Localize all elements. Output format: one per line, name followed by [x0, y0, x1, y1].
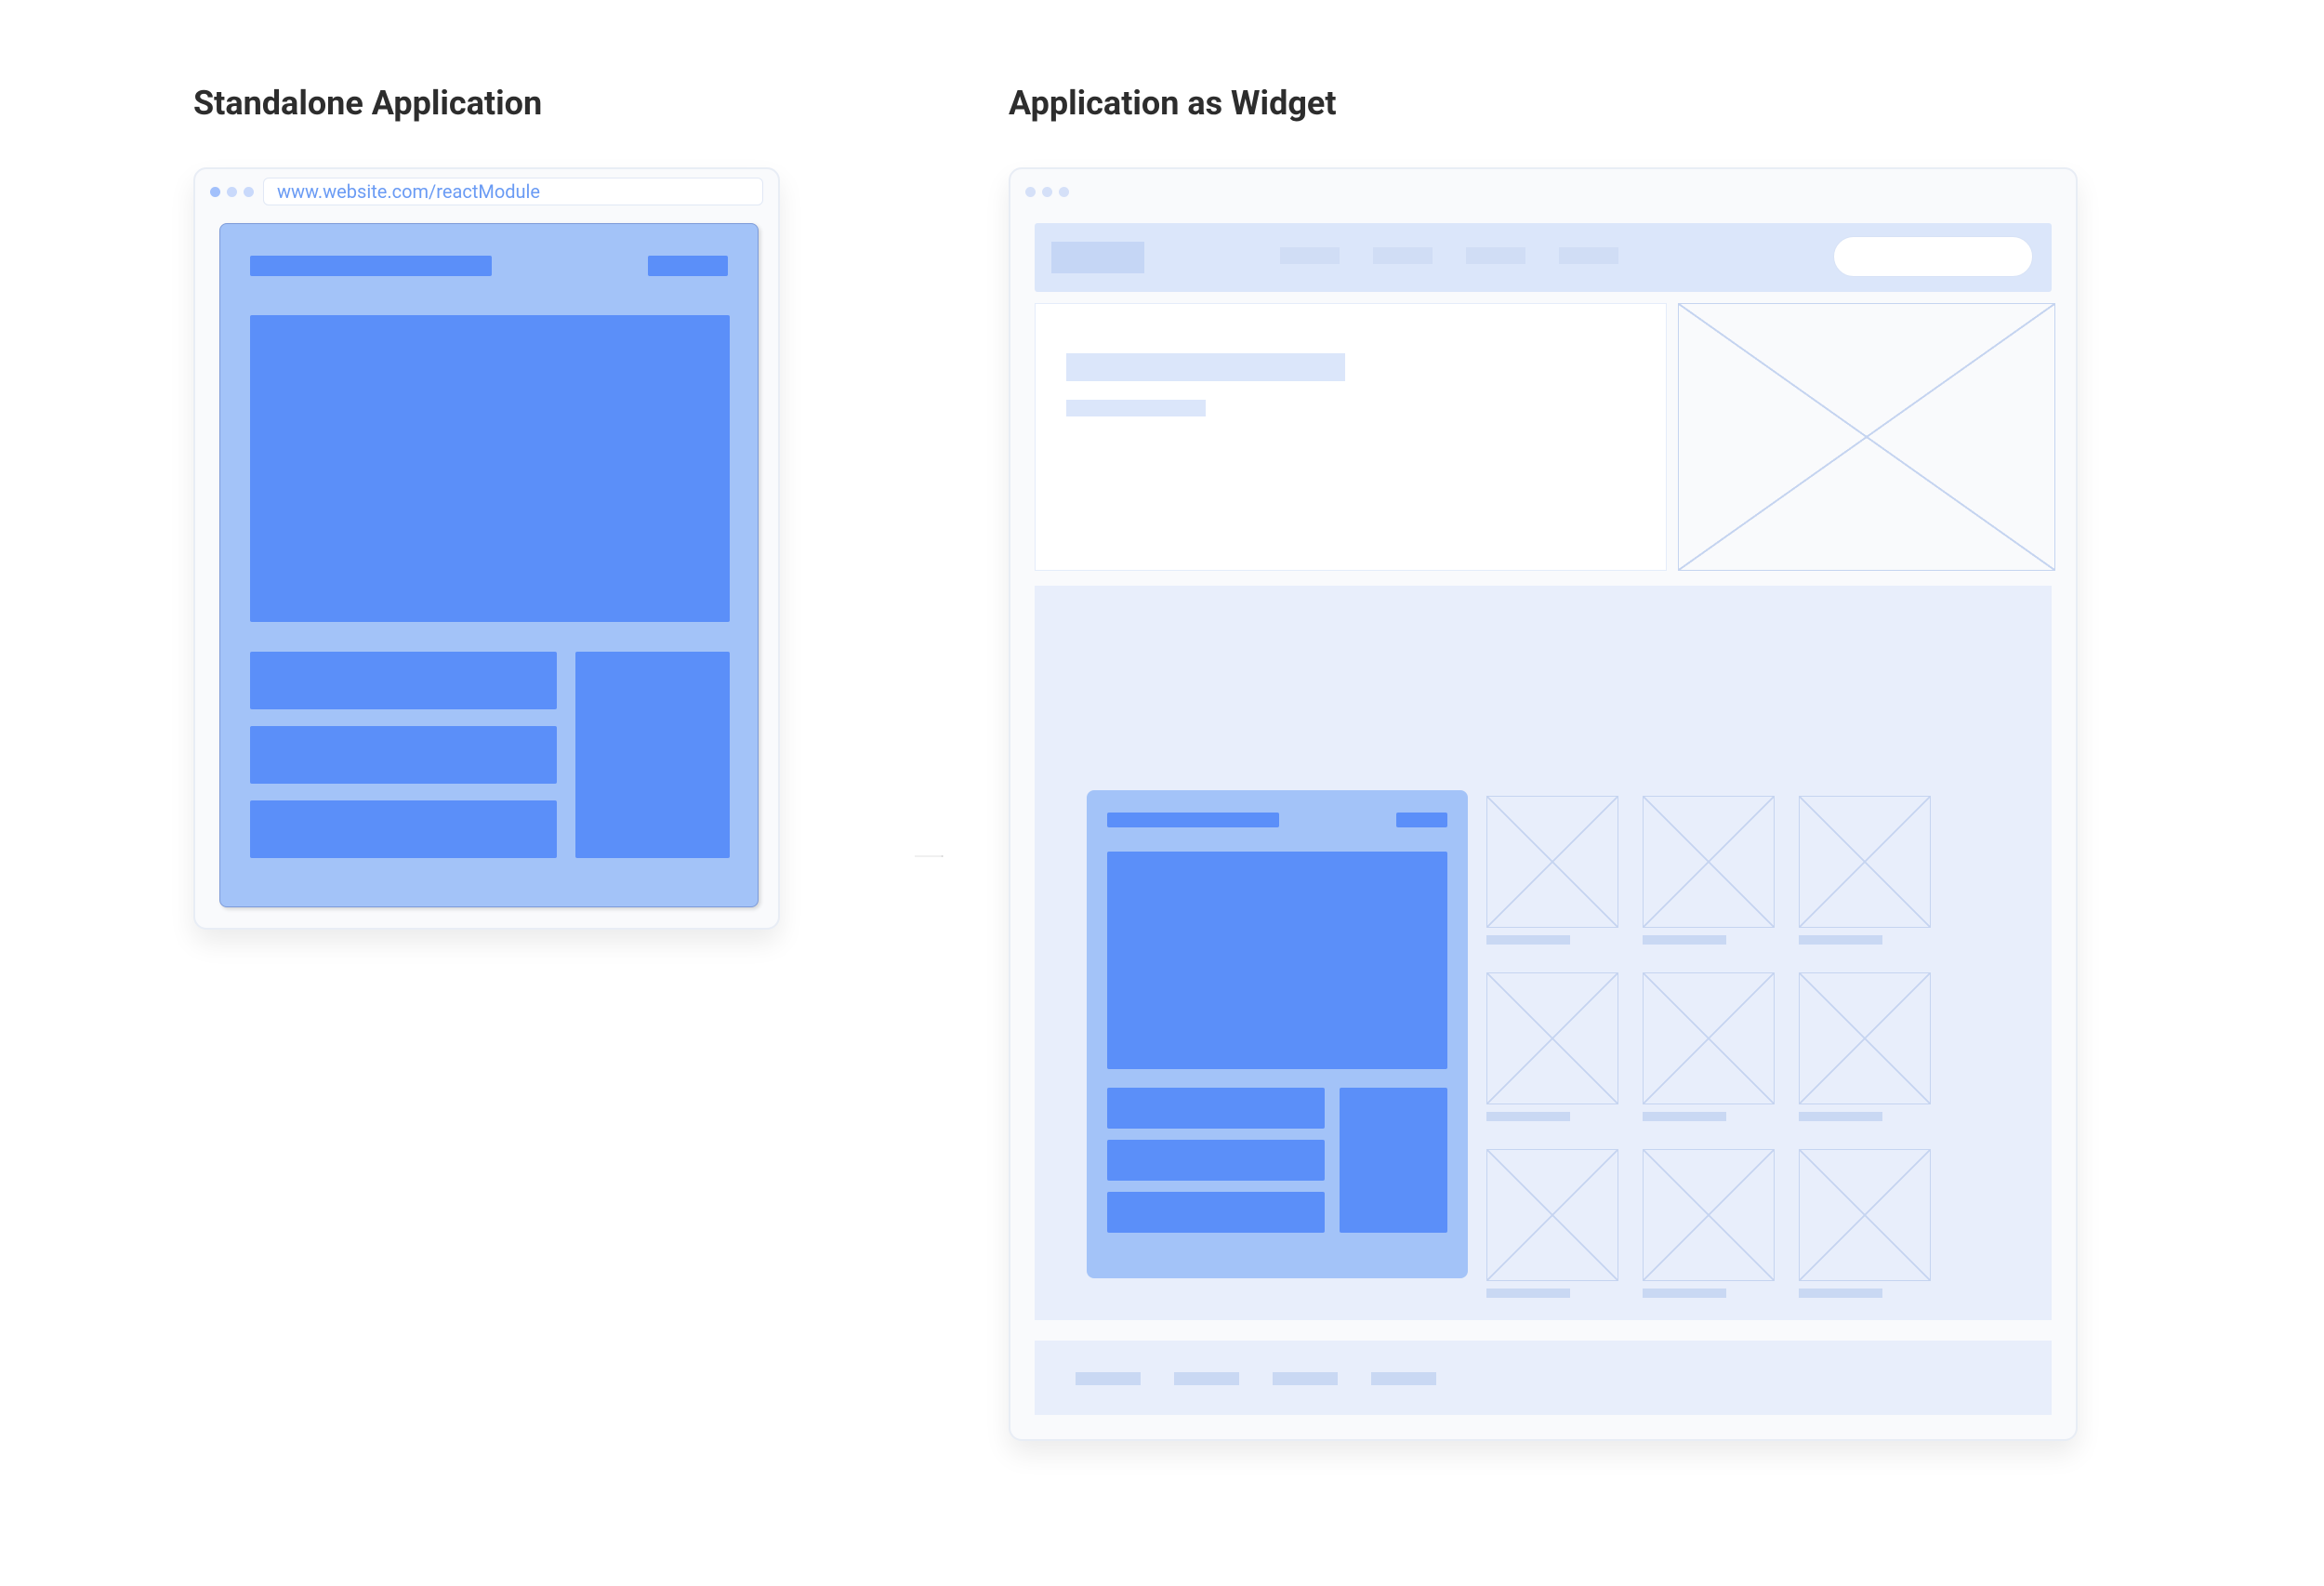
react-app-standalone [219, 223, 759, 907]
footer-link-placeholder [1273, 1372, 1338, 1385]
app-heading-placeholder [1107, 813, 1279, 827]
card-image-placeholder [1643, 972, 1775, 1104]
host-hero-image-placeholder [1678, 303, 2055, 571]
card-caption-placeholder [1643, 935, 1726, 945]
app-list-item-placeholder [250, 800, 557, 858]
traffic-lights-icon [210, 187, 254, 197]
title-standalone: Standalone Application [193, 84, 542, 123]
host-nav-item-placeholder [1373, 247, 1433, 264]
app-button-placeholder [1396, 813, 1447, 827]
host-hero-line-placeholder [1066, 400, 1206, 416]
card-image-placeholder [1486, 796, 1618, 928]
app-list-item-placeholder [1107, 1088, 1325, 1129]
app-list-item-placeholder [1107, 1192, 1325, 1233]
host-logo-placeholder [1051, 242, 1144, 273]
host-card-grid [1486, 796, 2035, 1326]
url-bar: www.website.com/reactModule [263, 178, 763, 205]
standalone-browser-window: www.website.com/reactModule [193, 167, 780, 930]
app-list-item-placeholder [250, 652, 557, 709]
app-sidebar-placeholder [575, 652, 730, 858]
card-caption-placeholder [1486, 935, 1570, 945]
footer-link-placeholder [1076, 1372, 1141, 1385]
title-widget: Application as Widget [1009, 84, 1337, 123]
host-hero-text-area [1035, 303, 1667, 571]
card-caption-placeholder [1799, 935, 1882, 945]
card-image-placeholder [1799, 972, 1931, 1104]
host-hero-line-placeholder [1066, 353, 1345, 381]
host-search-placeholder [1833, 236, 2033, 277]
app-hero-placeholder [250, 315, 730, 622]
card-image-placeholder [1799, 796, 1931, 928]
host-nav-item-placeholder [1466, 247, 1525, 264]
card-image-placeholder [1486, 972, 1618, 1104]
host-browser-window [1009, 167, 2078, 1441]
card-image-placeholder [1486, 1149, 1618, 1281]
card-caption-placeholder [1799, 1289, 1882, 1298]
browser-chrome: www.website.com/reactModule [195, 169, 778, 214]
host-nav-item-placeholder [1559, 247, 1618, 264]
card-caption-placeholder [1643, 1112, 1726, 1121]
footer-link-placeholder [1174, 1372, 1239, 1385]
app-list-item-placeholder [1107, 1140, 1325, 1181]
traffic-lights-icon [1025, 187, 1069, 197]
host-footer-placeholder [1035, 1341, 2052, 1415]
host-page-wireframe [1010, 214, 2076, 1439]
app-list-item-placeholder [250, 726, 557, 784]
browser-chrome [1010, 169, 2076, 214]
card-image-placeholder [1643, 1149, 1775, 1281]
card-caption-placeholder [1486, 1112, 1570, 1121]
card-image-placeholder [1799, 1149, 1931, 1281]
app-hero-placeholder [1107, 852, 1447, 1069]
card-caption-placeholder [1486, 1289, 1570, 1298]
react-app-as-widget [1087, 790, 1468, 1278]
footer-link-placeholder [1371, 1372, 1436, 1385]
diagram-canvas: Standalone Application Application as Wi… [0, 0, 2324, 1586]
card-caption-placeholder [1643, 1289, 1726, 1298]
card-image-placeholder [1643, 796, 1775, 928]
app-heading-placeholder [250, 256, 492, 276]
app-button-placeholder [648, 256, 728, 276]
app-sidebar-placeholder [1340, 1088, 1447, 1233]
host-nav-item-placeholder [1280, 247, 1340, 264]
card-caption-placeholder [1799, 1112, 1882, 1121]
